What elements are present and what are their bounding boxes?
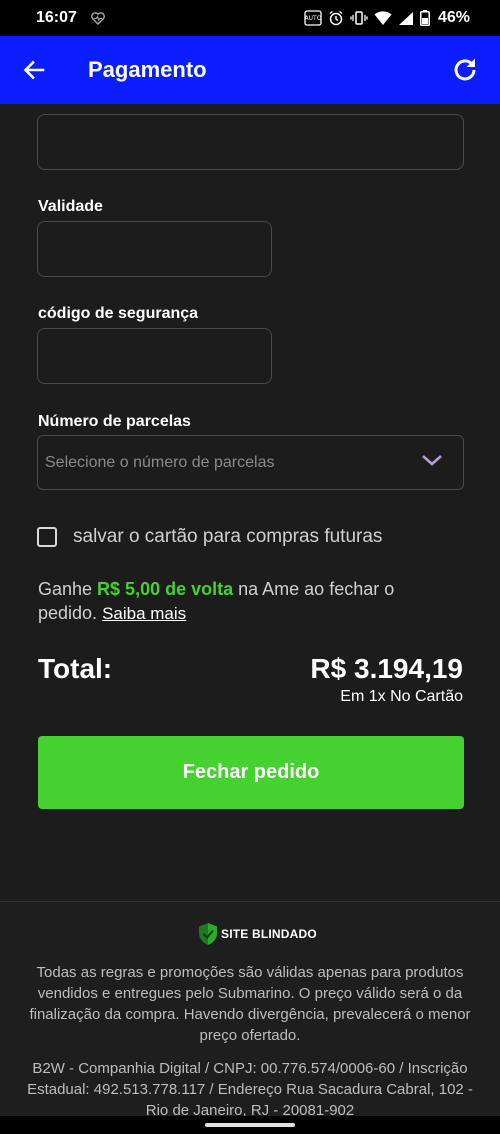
cashback-amount: R$ 5,00 de volta (97, 579, 234, 599)
alarm-icon (328, 10, 344, 26)
heart-pulse-icon (91, 11, 105, 25)
save-card-option[interactable]: salvar o cartão para compras futuras (37, 526, 382, 548)
security-code-label: código de segurança (38, 305, 199, 322)
refresh-icon (454, 58, 476, 81)
security-code-input[interactable] (37, 328, 272, 384)
navigation-bar (0, 1116, 500, 1134)
installments-placeholder: Selecione o número de parcelas (45, 453, 275, 471)
wifi-icon (374, 10, 392, 26)
total-label: Total: (38, 653, 113, 684)
seal-text: SITE BLINDADO (221, 927, 317, 941)
rules-text: Todas as regras e promoções são válidas … (29, 964, 471, 1044)
app-bar: Pagamento (0, 36, 500, 104)
battery-icon (419, 10, 430, 26)
card-number-input[interactable] (37, 114, 464, 170)
battery-percentage: 46% (437, 9, 470, 26)
auto-icon: AUTO (304, 10, 322, 26)
save-card-label: salvar o cartão para compras futuras (73, 526, 383, 547)
vibrate-icon (350, 10, 368, 26)
site-blindado-seal: SITE BLINDADO (198, 922, 317, 946)
chevron-down-icon (421, 453, 443, 472)
total-installments: Em 1x No Cartão (340, 688, 463, 705)
company-info: B2W - Companhia Digital / CNPJ: 00.776.5… (27, 1060, 473, 1119)
cashback-message: Ganhe R$ 5,00 de volta na Ame ao fechar … (38, 577, 438, 626)
svg-text:AUTO: AUTO (305, 15, 322, 22)
signal-icon (398, 11, 414, 26)
installments-select[interactable]: Selecione o número de parcelas (37, 435, 464, 490)
total-value: R$ 3.194,19 (310, 653, 463, 684)
shield-icon (199, 923, 217, 945)
status-time: 16:07 (36, 9, 77, 26)
page-title: Pagamento (88, 57, 207, 82)
arrow-left-icon (23, 60, 45, 80)
installments-label: Número de parcelas (38, 413, 191, 430)
validity-input[interactable] (37, 221, 272, 277)
payment-screen: 16:07 AUTO 46% Pagamento Validade código… (0, 0, 500, 1134)
cashback-prefix: Ganhe (38, 579, 98, 599)
back-button[interactable] (20, 56, 48, 84)
save-card-checkbox[interactable] (37, 527, 57, 547)
footer: SITE BLINDADO Todas as regras e promoçõe… (0, 901, 500, 1134)
learn-more-link[interactable]: Saiba mais (102, 604, 186, 623)
home-gesture-handle[interactable] (205, 1123, 295, 1127)
refresh-button[interactable] (450, 55, 480, 85)
validity-label: Validade (38, 198, 103, 215)
status-bar: 16:07 AUTO 46% (0, 0, 500, 36)
payment-form: Validade código de segurança Número de p… (0, 104, 500, 900)
place-order-button[interactable]: Fechar pedido (38, 736, 464, 809)
